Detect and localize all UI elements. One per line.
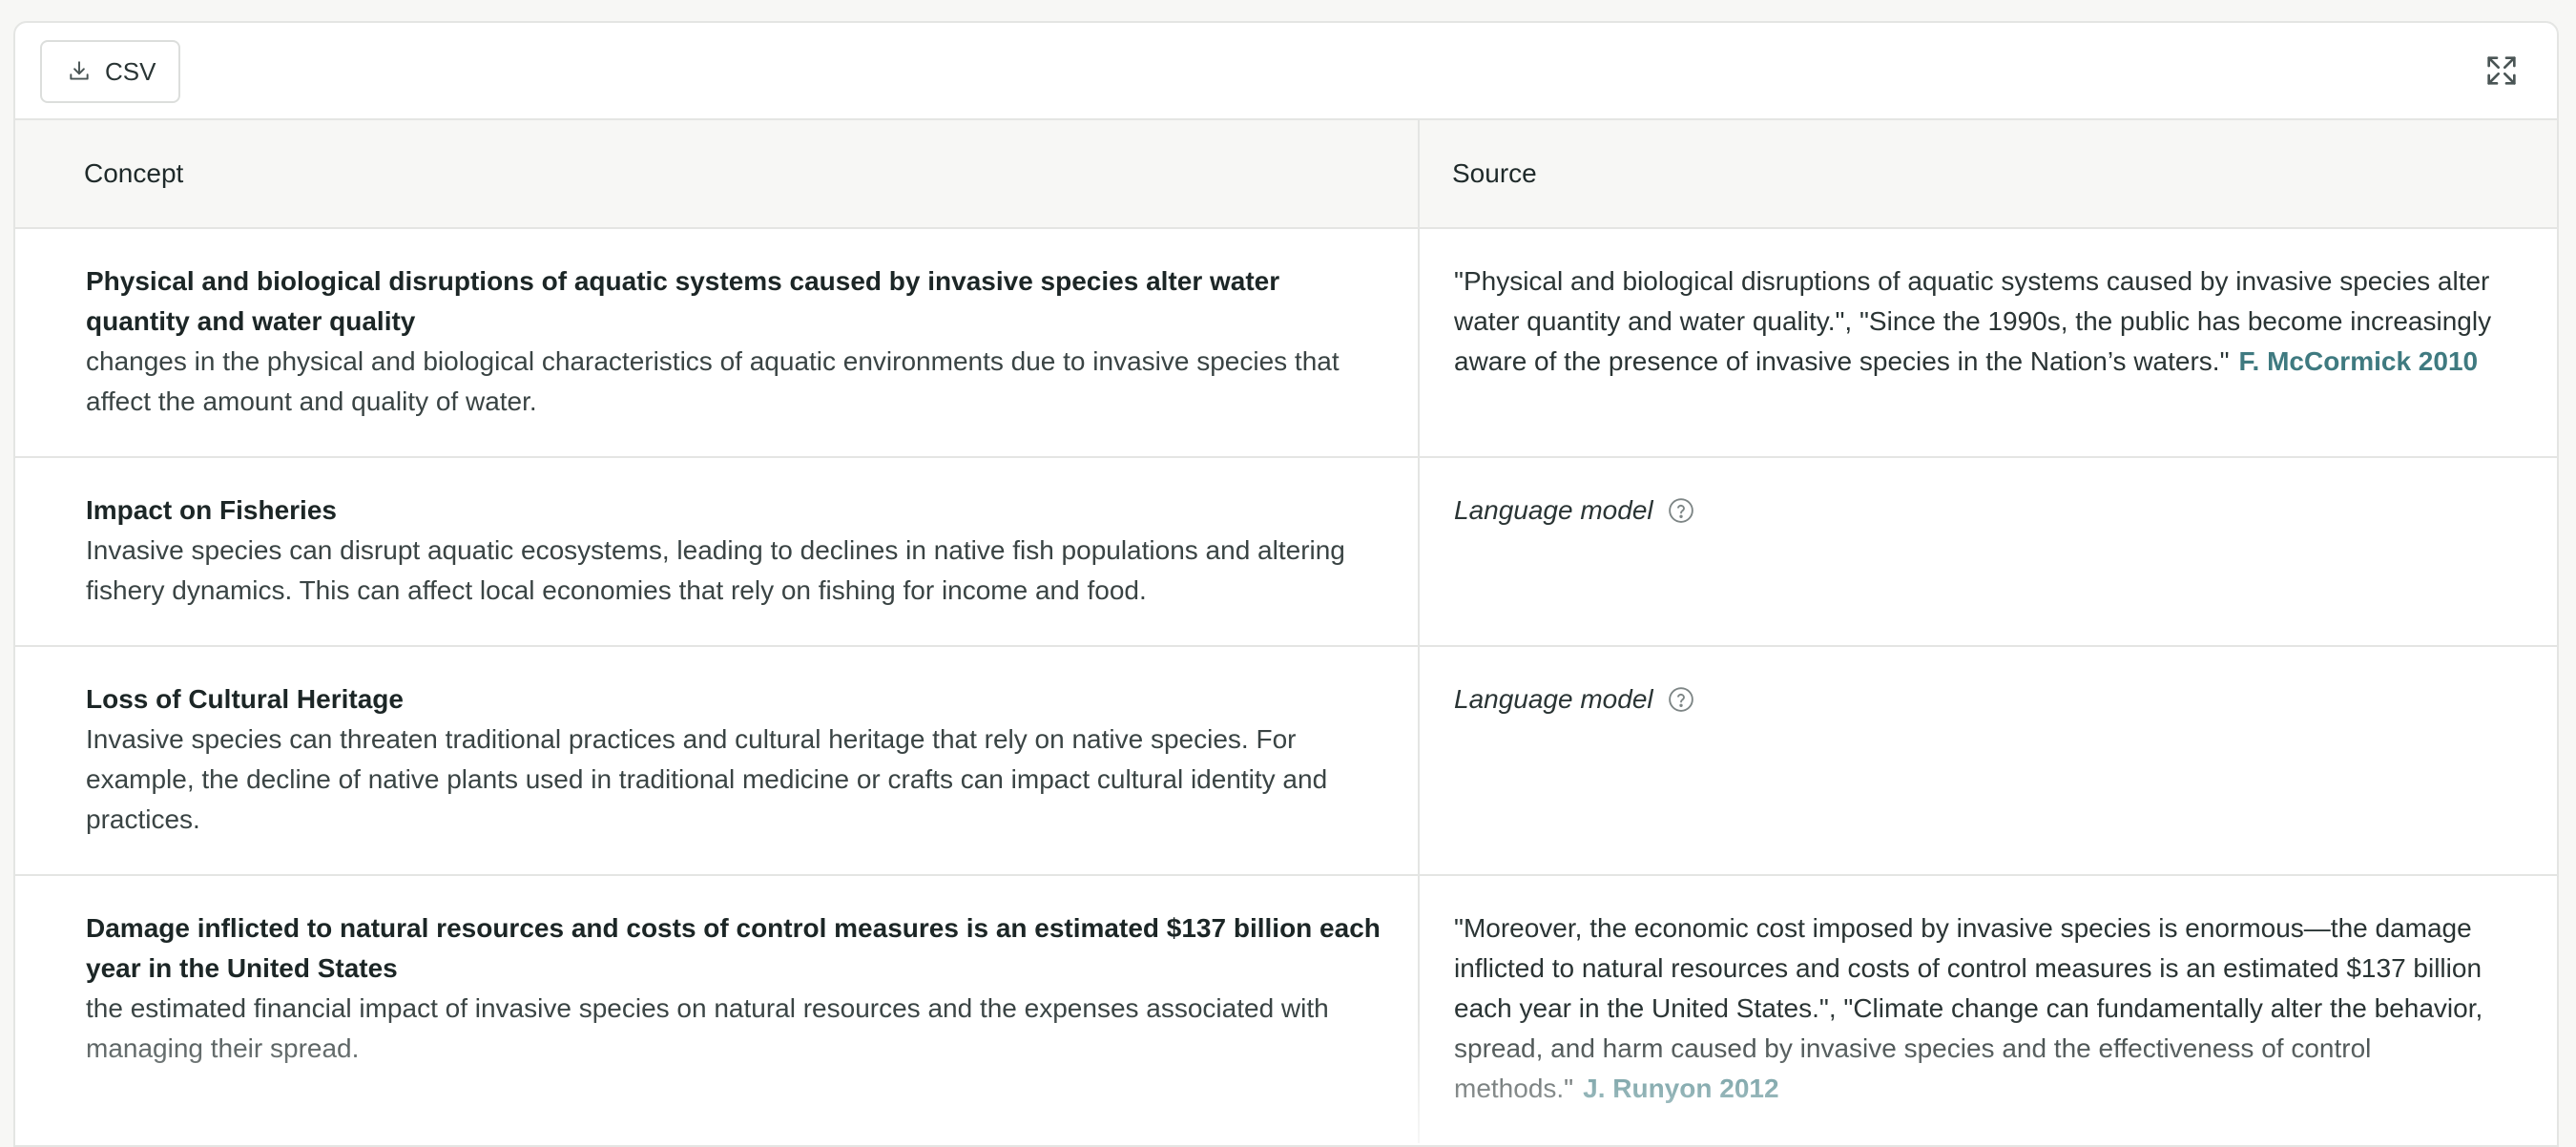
help-circle-icon[interactable] <box>1667 685 1695 714</box>
table-header: Concept Source <box>15 120 2557 229</box>
expand-icon <box>2487 56 2516 85</box>
source-cell: Language model <box>1420 647 2557 874</box>
csv-download-button[interactable]: CSV <box>40 40 181 103</box>
table-row: Damage inflicted to natural resources an… <box>15 876 2557 1143</box>
concept-description: Invasive species can threaten traditiona… <box>86 724 1328 834</box>
concept-title: Physical and biological disruptions of a… <box>86 266 1280 336</box>
concept-cell: Physical and biological disruptions of a… <box>15 229 1420 456</box>
download-icon <box>70 61 89 80</box>
concept-cell: Loss of Cultural Heritage Invasive speci… <box>15 647 1420 874</box>
concept-title: Loss of Cultural Heritage <box>86 684 404 714</box>
column-header-concept[interactable]: Concept <box>15 120 1420 227</box>
concept-cell: Impact on Fisheries Invasive species can… <box>15 458 1420 645</box>
language-model-label: Language model <box>1454 495 1653 525</box>
table-row: Impact on Fisheries Invasive species can… <box>15 458 2557 647</box>
concept-description: Invasive species can disrupt aquatic eco… <box>86 535 1345 605</box>
source-cell: "Physical and biological disruptions of … <box>1420 229 2557 456</box>
csv-button-label: CSV <box>105 56 156 86</box>
column-header-source[interactable]: Source <box>1420 120 2557 227</box>
expand-button[interactable] <box>2483 52 2521 90</box>
concept-cell: Damage inflicted to natural resources an… <box>15 876 1420 1143</box>
concept-title: Damage inflicted to natural resources an… <box>86 913 1381 983</box>
citation-link[interactable]: J. Runyon 2012 <box>1583 1074 1778 1103</box>
concept-description: the estimated financial impact of invasi… <box>86 993 1329 1063</box>
language-model-source: Language model <box>1454 679 1695 719</box>
concept-title: Impact on Fisheries <box>86 495 337 525</box>
table-row: Physical and biological disruptions of a… <box>15 229 2557 458</box>
source-cell: "Moreover, the economic cost imposed by … <box>1420 876 2557 1143</box>
table-row: Loss of Cultural Heritage Invasive speci… <box>15 647 2557 876</box>
concept-description: changes in the physical and biological c… <box>86 346 1340 416</box>
citation-link[interactable]: F. McCormick 2010 <box>2239 346 2479 376</box>
table-panel: CSV Concept Source Physical and biologic… <box>13 21 2559 1147</box>
source-cell: Language model <box>1420 458 2557 645</box>
help-circle-icon[interactable] <box>1667 496 1695 525</box>
language-model-source: Language model <box>1454 490 1695 531</box>
table-toolbar: CSV <box>15 23 2557 120</box>
language-model-label: Language model <box>1454 684 1653 714</box>
